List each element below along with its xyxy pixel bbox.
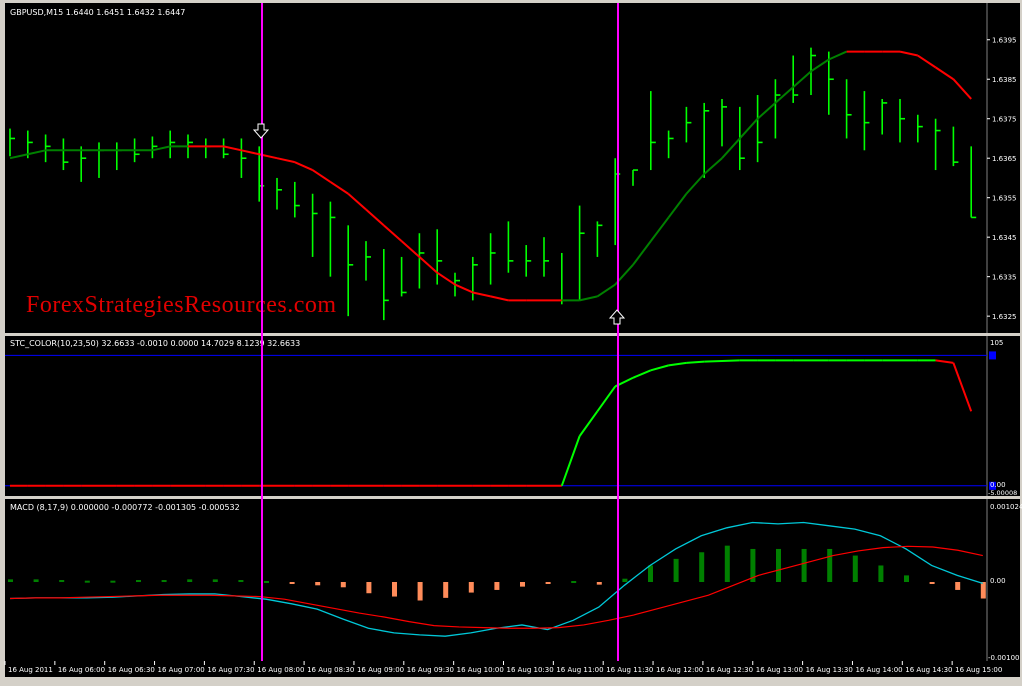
macd-panel-background [5,499,987,661]
time-label: 16 Aug 2011 [8,666,53,674]
time-label: 16 Aug 10:30 [507,666,554,674]
time-label: 16 Aug 14:00 [855,666,902,674]
stc-level-marker [989,351,996,360]
macd-histogram-bar [724,545,730,582]
time-label: 16 Aug 12:00 [656,666,703,674]
time-label: 16 Aug 10:00 [457,666,504,674]
stc-segment [704,360,723,363]
macd-histogram-bar [827,548,833,582]
macd-panel[interactable]: MACD (8,17,9) 0.000000 -0.000772 -0.0013… [5,499,1022,662]
time-label: 16 Aug 11:00 [556,666,603,674]
macd-histogram-bar [801,548,807,582]
macd-histogram-bar [468,582,474,593]
macd-histogram-bar [340,582,346,588]
chart-canvas: 1.6395 1.6385 1.6375 1.6365 1.6355 1.6345 1.63… [0,0,1022,682]
macd-histogram-bar [187,579,193,582]
stc-level-label-top: 105 [990,339,1003,347]
time-label: 16 Aug 15:00 [955,666,1002,674]
macd-histogram-bar [596,582,602,585]
macd-histogram-bar [161,580,167,583]
macd-histogram-bar [955,582,961,590]
price-panel[interactable]: 1.6395 1.6385 1.6375 1.6365 1.6355 1.6345 1.63… [5,3,1020,333]
price-label: 1.6325 [992,313,1017,321]
macd-histogram-bar [315,582,321,586]
price-panel-background [5,3,987,333]
time-label: 16 Aug 08:00 [257,666,304,674]
macd-level-label-bottom: -0.00100 [988,654,1019,662]
macd-histogram-bar [443,582,449,598]
macd-histogram-bar [392,582,397,597]
stc-segment [686,360,705,364]
time-label: 16 Aug 12:30 [706,666,753,674]
mt4-chart-window: 1.6395 1.6385 1.6375 1.6365 1.6355 1.6345 1.63… [0,0,1022,682]
macd-histogram-bar [238,580,244,583]
price-label: 1.6365 [992,155,1017,163]
stc-panel[interactable]: STC_COLOR(10,23,50) 32.6633 -0.0010 0.00… [5,336,1020,497]
stc-panel-header: STC_COLOR(10,23,50) 32.6633 -0.0010 0.00… [10,339,300,348]
macd-histogram-bar [264,581,269,584]
time-label: 16 Aug 07:00 [158,666,205,674]
macd-histogram-bar [366,582,372,594]
time-label: 16 Aug 09:00 [357,666,404,674]
macd-histogram-bar [776,548,781,582]
macd-level-label-top: 0.001024 [990,503,1022,511]
price-label: 1.6345 [992,234,1017,242]
time-label: 16 Aug 06:00 [58,666,105,674]
time-label: 16 Aug 09:30 [407,666,454,674]
stc-level-label-bottom: -5.00008 [988,489,1017,497]
time-label: 16 Aug 13:00 [756,666,803,674]
price-label: 1.6395 [992,37,1017,45]
time-label: 16 Aug 08:30 [307,666,354,674]
macd-histogram-bar [545,582,551,584]
macd-histogram-bar [110,580,116,583]
macd-histogram-bar [33,579,39,582]
time-label: 16 Aug 13:30 [806,666,853,674]
price-scale [987,3,1020,333]
macd-histogram-bar [622,578,628,582]
stc-scale [987,336,1020,496]
macd-histogram-bar [929,582,935,584]
macd-histogram-bar [980,582,986,599]
macd-histogram-bar [59,580,65,583]
macd-histogram-bar [417,582,423,601]
time-label: 16 Aug 06:30 [108,666,155,674]
macd-histogram-bar [136,580,141,583]
macd-histogram-bar [84,580,90,583]
price-label: 1.6355 [992,195,1017,203]
time-label: 16 Aug 11:30 [606,666,653,674]
price-panel-header: GBPUSD,M15 1.6440 1.6451 1.6432 1.6447 [10,8,185,17]
price-label: 1.6375 [992,116,1017,124]
macd-histogram-bar [212,579,218,582]
time-axis-labels: 16 Aug 2011 16 Aug 06:00 16 Aug 06:30 16 Au… [4,661,1002,674]
macd-histogram-bar [878,565,884,582]
price-label: 1.6385 [992,76,1017,84]
macd-histogram-bar [520,582,525,587]
time-label: 16 Aug 07:30 [207,666,254,674]
time-label: 16 Aug 14:30 [905,666,952,674]
watermark-text: ForexStrategiesResources.com [26,292,337,318]
stc-segment [721,359,740,363]
macd-histogram-bar [673,558,679,582]
macd-panel-header: MACD (8,17,9) 0.000000 -0.000772 -0.0013… [10,503,240,512]
macd-histogram-bar [289,582,295,584]
macd-histogram-bar [852,555,858,582]
time-axis: 16 Aug 2011 16 Aug 06:00 16 Aug 06:30 16 Au… [4,661,1020,677]
macd-histogram-bar [571,581,577,584]
macd-histogram-bar [648,565,653,582]
macd-histogram-bar [494,582,500,590]
macd-level-label-zero: 0.00 [990,577,1006,585]
price-label: 1.6335 [992,274,1017,282]
macd-histogram-bar [904,575,909,582]
stc-level-label-zero: 0.00 [990,481,1006,489]
macd-histogram-bar [8,579,13,582]
macd-histogram-bar [699,552,705,582]
